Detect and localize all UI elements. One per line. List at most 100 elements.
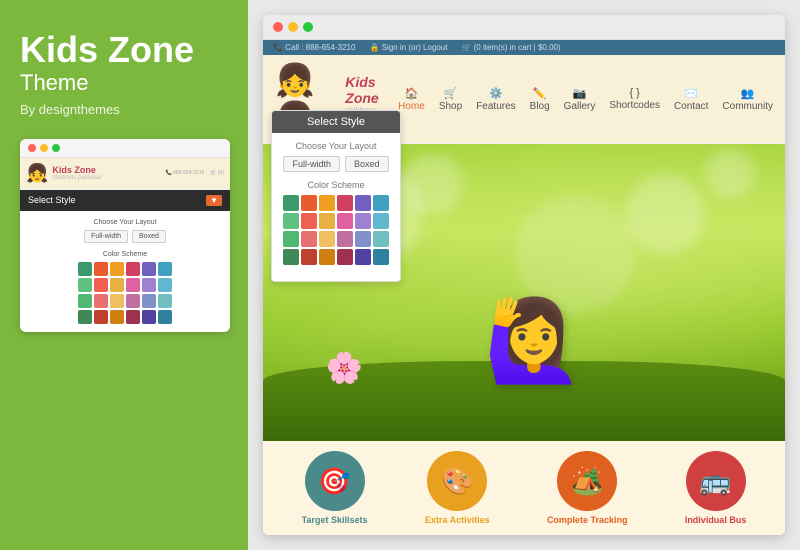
mini-fullwidth-btn[interactable]: Full-width [84, 230, 128, 243]
mini-color-swatch[interactable] [158, 294, 172, 308]
mini-color-label: Color Scheme [28, 251, 222, 258]
site-nav: 🏠Home 🛒Shop ⚙️Features ✏️Blog 📷Gallery { }Sho… [398, 87, 773, 112]
browser-window: 📞 Call : 888-654-3210 🔒 Sign in (or) Log… [263, 15, 785, 535]
color-swatch[interactable] [355, 195, 371, 211]
feature-label: Extra Activities [425, 515, 490, 525]
mini-logo-tagline: childrens paradise [52, 175, 101, 181]
mini-color-swatch[interactable] [142, 278, 156, 292]
color-swatch[interactable] [373, 195, 389, 211]
color-swatch[interactable] [283, 249, 299, 265]
mini-color-swatch[interactable] [94, 278, 108, 292]
mini-color-swatch[interactable] [126, 294, 140, 308]
features-row: 🎯Target Skillsets🎨Extra Activities🏕️Comp… [263, 441, 785, 535]
nav-item-community[interactable]: 👥Community [722, 87, 773, 112]
site-header: 👧👦 Kids Zone childrens paradise 🏠Home🛒Sh… [263, 55, 785, 144]
feature-icon: 🎯 [305, 451, 365, 511]
mini-color-swatch[interactable] [142, 310, 156, 324]
color-swatch[interactable] [319, 249, 335, 265]
theme-title: Kids Zone [20, 30, 194, 70]
mini-color-swatch[interactable] [78, 294, 92, 308]
select-style-header: Select Style [272, 111, 400, 133]
mini-color-swatch[interactable] [158, 278, 172, 292]
mini-color-swatch[interactable] [142, 262, 156, 276]
color-swatch[interactable] [373, 231, 389, 247]
mini-color-swatch[interactable] [110, 310, 124, 324]
mini-color-swatch[interactable] [94, 310, 108, 324]
mini-select-label: Select Style [28, 195, 76, 205]
mini-color-swatch[interactable] [110, 294, 124, 308]
bokeh-4 [705, 149, 755, 199]
hero-flower: 🌸 [326, 351, 363, 386]
color-swatch[interactable] [283, 195, 299, 211]
mini-color-swatch[interactable] [78, 278, 92, 292]
color-swatch[interactable] [337, 195, 353, 211]
mini-select-arrow[interactable]: ▼ [206, 195, 222, 206]
feature-label: Complete Tracking [547, 515, 628, 525]
site-top-bar: 📞 Call : 888-654-3210 🔒 Sign in (or) Log… [263, 40, 785, 55]
select-color-grid [280, 195, 392, 265]
color-swatch[interactable] [355, 249, 371, 265]
mini-color-swatch[interactable] [78, 310, 92, 324]
site-logo-name: Kids Zone [345, 74, 398, 106]
mini-color-swatch[interactable] [126, 262, 140, 276]
nav-item-features[interactable]: ⚙️Features [476, 87, 515, 112]
mini-select-bar[interactable]: Select Style ▼ [20, 190, 230, 211]
nav-icon-contact: ✉️ [674, 87, 708, 100]
fullwidth-btn[interactable]: Full-width [283, 156, 340, 172]
top-bar-cart: 🛒 (0 item(s) in cart | $0.00) [461, 43, 560, 52]
nav-item-shortcodes[interactable]: { }Shortcodes [609, 87, 660, 111]
mini-color-swatch[interactable] [78, 262, 92, 276]
nav-item-gallery[interactable]: 📷Gallery [564, 87, 596, 112]
mini-color-swatch[interactable] [158, 262, 172, 276]
color-swatch[interactable] [337, 231, 353, 247]
color-swatch[interactable] [301, 249, 317, 265]
mini-boxed-btn[interactable]: Boxed [132, 230, 166, 243]
mini-layout-label: Choose Your Layout [28, 219, 222, 226]
select-layout-label: Choose Your Layout [280, 141, 392, 151]
color-swatch[interactable] [283, 213, 299, 229]
mini-color-swatch[interactable] [110, 278, 124, 292]
color-swatch[interactable] [301, 195, 317, 211]
color-swatch[interactable] [337, 213, 353, 229]
color-swatch[interactable] [319, 213, 335, 229]
mini-color-swatch[interactable] [158, 310, 172, 324]
mini-color-swatch[interactable] [110, 262, 124, 276]
nav-icon-gallery: 📷 [564, 87, 596, 100]
nav-item-shop[interactable]: 🛒Shop [439, 87, 462, 112]
color-swatch[interactable] [301, 213, 317, 229]
browser-dot-red [273, 22, 283, 32]
mini-color-swatch[interactable] [126, 310, 140, 324]
boxed-btn[interactable]: Boxed [345, 156, 389, 172]
hero-girl: 🙋‍♀️ [484, 301, 584, 381]
nav-icon-blog: ✏️ [530, 87, 550, 100]
color-swatch[interactable] [355, 213, 371, 229]
color-swatch[interactable] [373, 249, 389, 265]
color-swatch[interactable] [337, 249, 353, 265]
feature-label: Individual Bus [685, 515, 747, 525]
color-swatch[interactable] [301, 231, 317, 247]
color-swatch[interactable] [319, 195, 335, 211]
top-bar-signin: 🔒 Sign in (or) Logout [369, 43, 447, 52]
mini-dot-yellow [40, 144, 48, 152]
color-swatch[interactable] [319, 231, 335, 247]
mini-color-swatch[interactable] [142, 294, 156, 308]
color-swatch[interactable] [355, 231, 371, 247]
nav-item-blog[interactable]: ✏️Blog [530, 87, 550, 112]
feature-icon: 🚌 [686, 451, 746, 511]
mini-cart-info: 🛒 (0) [210, 170, 224, 176]
bokeh-2 [403, 154, 463, 214]
layout-btns: Full-width Boxed [280, 156, 392, 172]
mini-card-body: Choose Your Layout Full-width Boxed Colo… [20, 211, 230, 332]
mini-color-swatch[interactable] [94, 294, 108, 308]
mini-color-swatch[interactable] [94, 262, 108, 276]
feature-item-target-skillsets: 🎯Target Skillsets [302, 451, 368, 525]
mini-color-swatch[interactable] [126, 278, 140, 292]
nav-item-contact[interactable]: ✉️Contact [674, 87, 708, 112]
mini-header-info: 📞 888-654-3210 🛒 (0) [166, 170, 225, 176]
nav-item-home[interactable]: 🏠Home [398, 87, 425, 112]
color-swatch[interactable] [373, 213, 389, 229]
mini-logo-icon: 👧 [26, 163, 48, 184]
mini-dot-red [28, 144, 36, 152]
feature-icon: 🎨 [427, 451, 487, 511]
color-swatch[interactable] [283, 231, 299, 247]
